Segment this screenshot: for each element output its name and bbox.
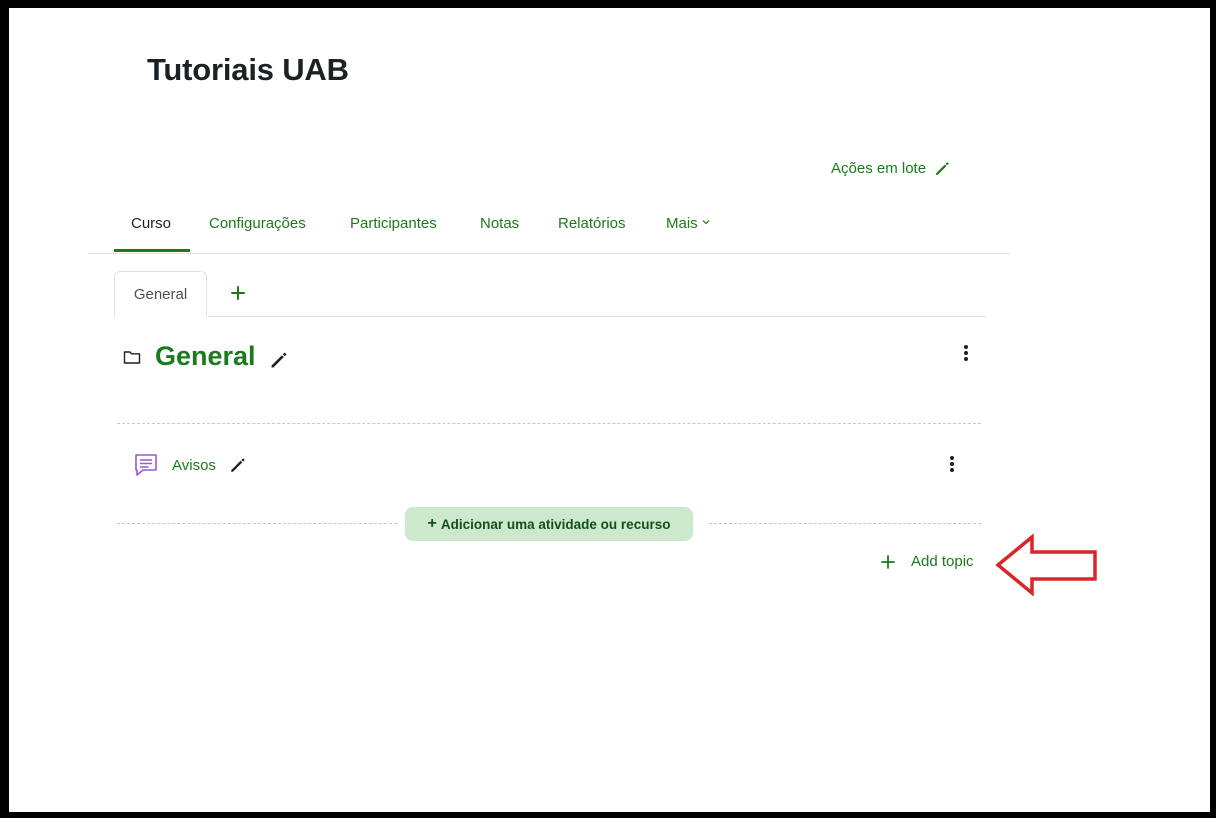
section-title[interactable]: General bbox=[155, 341, 256, 372]
add-activity-label: Adicionar uma atividade ou recurso bbox=[440, 516, 671, 532]
activity-link[interactable]: Avisos bbox=[172, 457, 216, 474]
course-nav: Curso Configurações Participantes Notas … bbox=[88, 206, 1010, 254]
page-frame: Tutoriais UAB Ações em lote Curso Config… bbox=[9, 8, 1210, 812]
add-topic-label: Add topic bbox=[911, 553, 974, 570]
folder-icon bbox=[123, 350, 141, 364]
nav-item-mais-label: Mais bbox=[666, 215, 698, 232]
section-menu-kebab-icon[interactable] bbox=[961, 342, 971, 364]
nav-item-curso[interactable]: Curso bbox=[131, 210, 171, 254]
section-tabs: General bbox=[114, 271, 986, 317]
activity-menu-kebab-icon[interactable] bbox=[947, 453, 957, 475]
bulk-actions-label: Ações em lote bbox=[831, 160, 927, 177]
forum-icon bbox=[135, 454, 157, 476]
divider-left bbox=[117, 523, 397, 524]
divider-right bbox=[709, 523, 981, 524]
nav-item-relatorios[interactable]: Relatórios bbox=[558, 210, 626, 254]
plus-icon: + bbox=[427, 515, 437, 532]
plus-icon[interactable] bbox=[226, 281, 250, 305]
activity-row: Avisos bbox=[132, 451, 247, 479]
course-title: Tutoriais UAB bbox=[147, 52, 349, 87]
nav-item-participantes[interactable]: Participantes bbox=[350, 210, 437, 254]
active-tab-indicator bbox=[114, 249, 190, 252]
divider bbox=[117, 423, 981, 424]
nav-item-mais[interactable]: Mais bbox=[666, 210, 710, 254]
tab-general[interactable]: General bbox=[114, 271, 207, 317]
section-header: General bbox=[123, 341, 289, 372]
pencil-icon bbox=[936, 162, 949, 175]
red-arrow-icon bbox=[995, 534, 1097, 596]
edit-activity-icon[interactable] bbox=[229, 456, 247, 474]
nav-item-configuracoes[interactable]: Configurações bbox=[209, 210, 306, 254]
chevron-down-icon bbox=[702, 220, 710, 225]
edit-section-icon[interactable] bbox=[269, 350, 289, 370]
nav-item-notas[interactable]: Notas bbox=[480, 210, 519, 254]
add-topic-link[interactable]: Add topic bbox=[880, 553, 974, 570]
bulk-actions-link[interactable]: Ações em lote bbox=[831, 160, 951, 177]
plus-icon bbox=[881, 554, 895, 569]
add-activity-button[interactable]: + Adicionar uma atividade ou recurso bbox=[405, 507, 693, 541]
